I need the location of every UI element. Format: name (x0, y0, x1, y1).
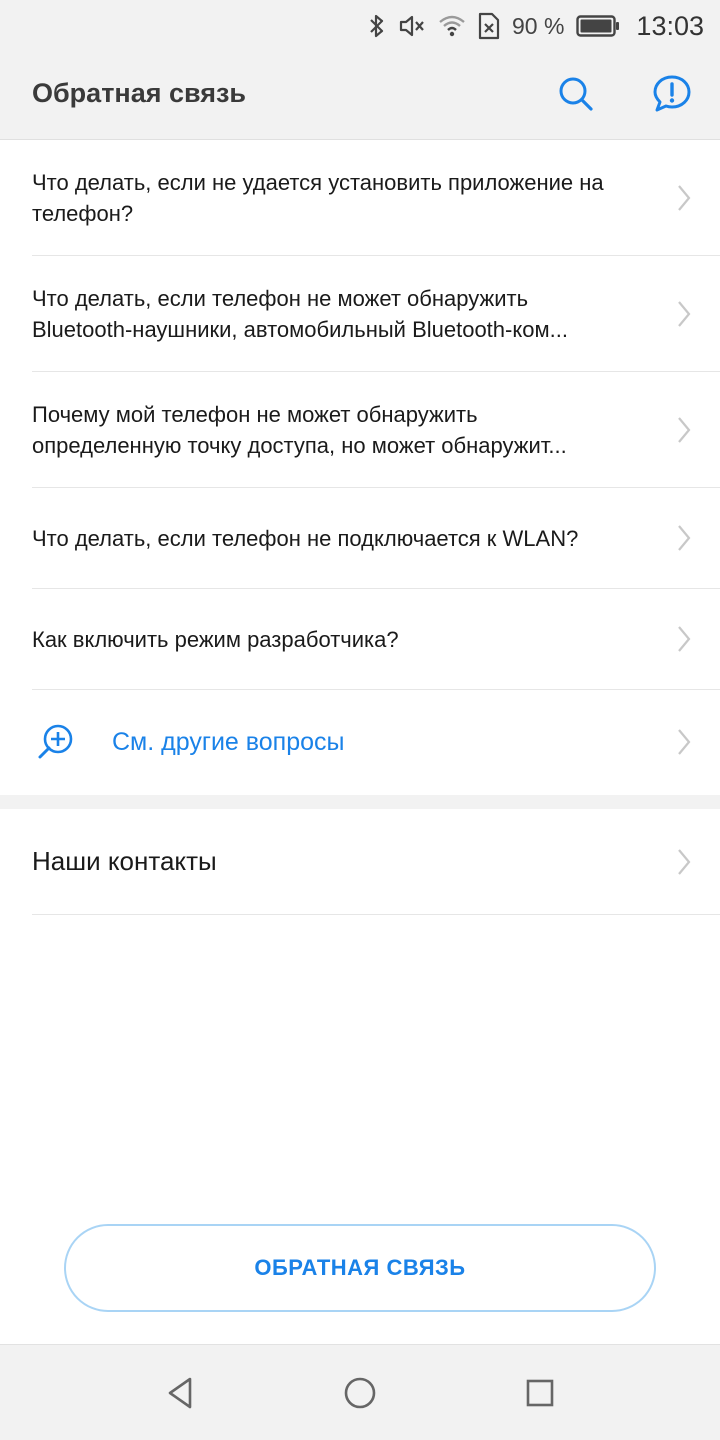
chevron-right-icon (678, 626, 691, 652)
search-button[interactable] (552, 72, 600, 120)
chevron-right-icon (678, 416, 691, 443)
back-button[interactable] (156, 1369, 204, 1417)
faq-item-text: Как включить режим разработчика? (32, 626, 399, 652)
back-triangle-icon (168, 1377, 192, 1409)
zoom-in-icon (36, 722, 76, 762)
chevron-right-icon (678, 300, 691, 327)
faq-list: Что делать, если не удается установить п… (0, 140, 720, 794)
mute-icon (398, 13, 426, 39)
bluetooth-icon (368, 13, 386, 39)
contacts-label: Наши контакты (32, 846, 217, 876)
faq-item-text: Что делать, если телефон не может обнару… (32, 285, 568, 342)
contacts-row[interactable]: Наши контакты (32, 809, 720, 915)
section-divider (0, 795, 720, 809)
chevron-right-icon (678, 729, 691, 755)
contacts-section: Наши контакты (0, 809, 720, 915)
screen: 90 % 13:03 Обратная связь Что делать, ес… (0, 0, 720, 1440)
feedback-button[interactable]: ОБРАТНАЯ СВЯЗЬ (64, 1224, 656, 1312)
faq-item-text: Что делать, если не удается установить п… (32, 169, 604, 226)
chevron-right-icon (678, 525, 691, 551)
faq-item[interactable]: Почему мой телефон не может обнаружить о… (32, 372, 720, 488)
faq-item[interactable]: Как включить режим разработчика? (32, 589, 720, 690)
faq-item[interactable]: Что делать, если не удается установить п… (32, 140, 720, 256)
faq-item[interactable]: Что делать, если телефон не подключается… (32, 488, 720, 589)
navigation-bar (0, 1344, 720, 1440)
title-bar: Обратная связь (0, 52, 720, 140)
chevron-right-icon (678, 848, 691, 875)
feedback-icon (652, 74, 692, 119)
faq-item[interactable]: Что делать, если телефон не может обнару… (32, 256, 720, 372)
battery-icon (576, 14, 620, 38)
chevron-right-icon (678, 184, 691, 211)
faq-item-text: Что делать, если телефон не подключается… (32, 525, 579, 551)
more-questions-label: См. другие вопросы (112, 727, 345, 756)
feedback-icon-button[interactable] (648, 72, 696, 120)
page-title: Обратная связь (32, 78, 247, 108)
search-icon (556, 74, 596, 119)
status-bar: 90 % 13:03 (0, 0, 720, 52)
clock: 13:03 (636, 10, 704, 41)
wifi-icon (438, 14, 466, 38)
home-circle-icon (344, 1377, 376, 1409)
battery-percent: 90 % (511, 12, 565, 39)
recents-button[interactable] (516, 1369, 564, 1417)
no-sim-icon (478, 12, 500, 40)
recents-square-icon (526, 1379, 554, 1407)
faq-item-text: Почему мой телефон не может обнаружить о… (32, 401, 567, 458)
home-button[interactable] (336, 1369, 384, 1417)
more-questions-row[interactable]: См. другие вопросы (0, 690, 720, 794)
